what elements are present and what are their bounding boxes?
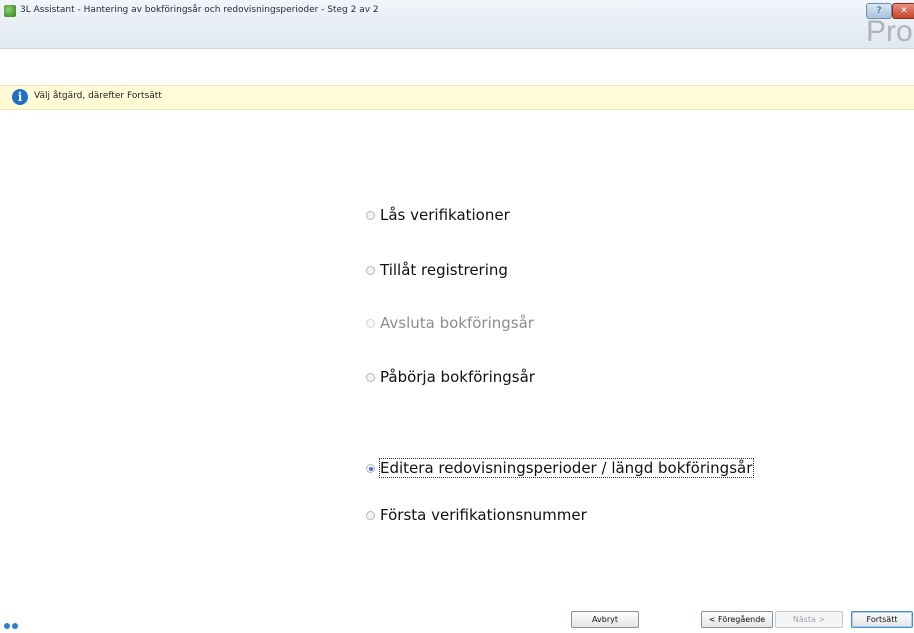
option-label[interactable]: Första verifikationsnummer (380, 506, 587, 524)
option-label[interactable]: Editera redovisningsperioder / längd bok… (378, 458, 755, 478)
option-label[interactable]: Tillåt registrering (380, 261, 508, 279)
window-title: 3L Assistant - Hantering av bokföringsår… (20, 5, 379, 15)
option-label[interactable]: Lås verifikationer (380, 206, 510, 224)
brand-logo: Pro (866, 17, 913, 47)
info-icon: i (12, 89, 28, 105)
radio-button[interactable] (366, 266, 375, 275)
radio-button[interactable] (366, 211, 375, 220)
next-button: Nästa > (775, 611, 843, 628)
option-label: Avsluta bokföringsår (380, 314, 534, 332)
help-icon: ? (876, 6, 882, 16)
progress-dots-icon (4, 614, 24, 629)
info-bar: i Välj åtgärd, därefter Fortsätt (0, 85, 914, 110)
previous-button[interactable]: < Föregående (701, 611, 773, 628)
app-icon (4, 5, 16, 17)
option-label[interactable]: Påbörja bokföringsår (380, 368, 535, 386)
continue-button[interactable]: Fortsätt (851, 611, 913, 628)
radio-button[interactable] (366, 511, 375, 520)
cancel-button[interactable]: Avbryt (571, 611, 639, 628)
radio-button[interactable] (366, 373, 375, 382)
close-icon: ✕ (900, 6, 908, 16)
info-message: Välj åtgärd, därefter Fortsätt (34, 91, 162, 101)
radio-button (366, 319, 375, 328)
title-bar: 3L Assistant - Hantering av bokföringsår… (0, 0, 914, 49)
radio-button-selected[interactable] (366, 464, 375, 473)
